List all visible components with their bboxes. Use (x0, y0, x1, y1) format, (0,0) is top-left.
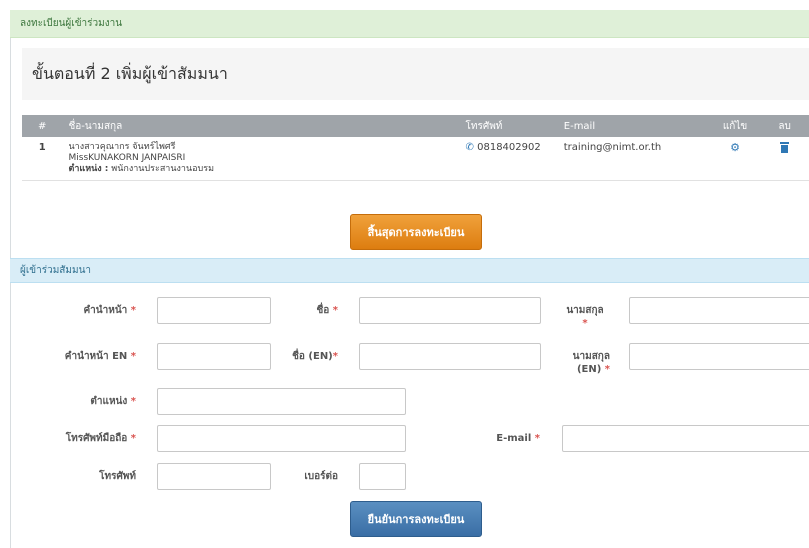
col-delete-header: ลบ (760, 115, 809, 137)
position-field-label: ตำแหน่ง * (90, 396, 136, 407)
first-name-label: ชื่อ * (316, 305, 338, 316)
row-email: training@nimt.or.th (557, 137, 710, 181)
row-phone-cell: ✆ 0818402902 (459, 137, 558, 181)
section-title: ผู้เข้าร่วมสัมมนา (10, 258, 809, 283)
breadcrumb: ลงทะเบียนผู้เข้าร่วมงาน (10, 10, 809, 38)
row-edit-cell: ⚙ (709, 137, 761, 181)
row-name-cell: นางสาวคุณากร จันทร์ไพศรี MissKUNAKORN JA… (62, 137, 460, 181)
mobile-input[interactable] (157, 425, 406, 452)
extension-input[interactable] (359, 463, 406, 490)
row-phone: 0818402902 (477, 142, 541, 153)
trash-icon[interactable] (780, 142, 790, 153)
name-english: MissKUNAKORN JANPAISRI (68, 153, 186, 163)
mobile-label: โทรศัพท์มือถือ * (65, 433, 136, 444)
email-label: E-mail * (496, 433, 540, 444)
phone-label: โทรศัพท์ (99, 471, 136, 482)
last-name-en-label: นามสกุล (EN) * (572, 351, 610, 375)
row-delete-cell (760, 137, 809, 181)
position-value: พนักงานประสานงานอบรม (111, 164, 214, 174)
position-label: ตำแหน่ง : (68, 164, 109, 174)
title-en-input[interactable] (157, 343, 271, 370)
position-line: ตำแหน่ง : พนักงานประสานงานอบรม (69, 164, 454, 175)
page-title: ขั้นตอนที่ 2 เพิ่มผู้เข้าสัมมนา (32, 64, 228, 83)
title-th-label: คำนำหน้า * (83, 305, 136, 316)
table-header-row: # ชื่อ-นามสกุล โทรศัพท์ E-mail แก้ไข ลบ (22, 115, 809, 137)
phone-icon: ✆ (465, 142, 474, 153)
col-name-header: ชื่อ-นามสกุล (62, 115, 460, 137)
col-num-header: # (22, 115, 63, 137)
first-name-en-input[interactable] (359, 343, 541, 370)
phone-input[interactable] (157, 463, 271, 490)
last-name-en-input[interactable] (629, 343, 809, 370)
name-thai: นางสาวคุณากร จันทร์ไพศรี (68, 142, 176, 152)
col-phone-header: โทรศัพท์ (459, 115, 558, 137)
first-name-input[interactable] (359, 297, 541, 324)
col-email-header: E-mail (557, 115, 710, 137)
confirm-registration-button[interactable]: ยืนยันการลงทะเบียน (350, 501, 482, 537)
first-name-en-label: ชื่อ (EN)* (292, 351, 338, 362)
extension-label: เบอร์ต่อ (304, 471, 338, 482)
col-edit-header: แก้ไข (709, 115, 761, 137)
title-en-label: คำนำหน้า EN * (64, 351, 136, 362)
position-input[interactable] (157, 388, 406, 415)
participants-table: # ชื่อ-นามสกุล โทรศัพท์ E-mail แก้ไข ลบ … (22, 115, 809, 181)
row-number: 1 (22, 137, 63, 181)
title-th-input[interactable] (157, 297, 271, 324)
last-name-label: นามสกุล * (566, 305, 604, 329)
gear-icon[interactable]: ⚙ (730, 142, 741, 153)
step-panel: ขั้นตอนที่ 2 เพิ่มผู้เข้าสัมมนา (22, 48, 809, 100)
email-input[interactable] (562, 425, 809, 452)
last-name-input[interactable] (629, 297, 809, 324)
table-row: 1 นางสาวคุณากร จันทร์ไพศรี MissKUNAKORN … (22, 137, 809, 181)
end-registration-button[interactable]: สิ้นสุดการลงทะเบียน (350, 214, 482, 250)
